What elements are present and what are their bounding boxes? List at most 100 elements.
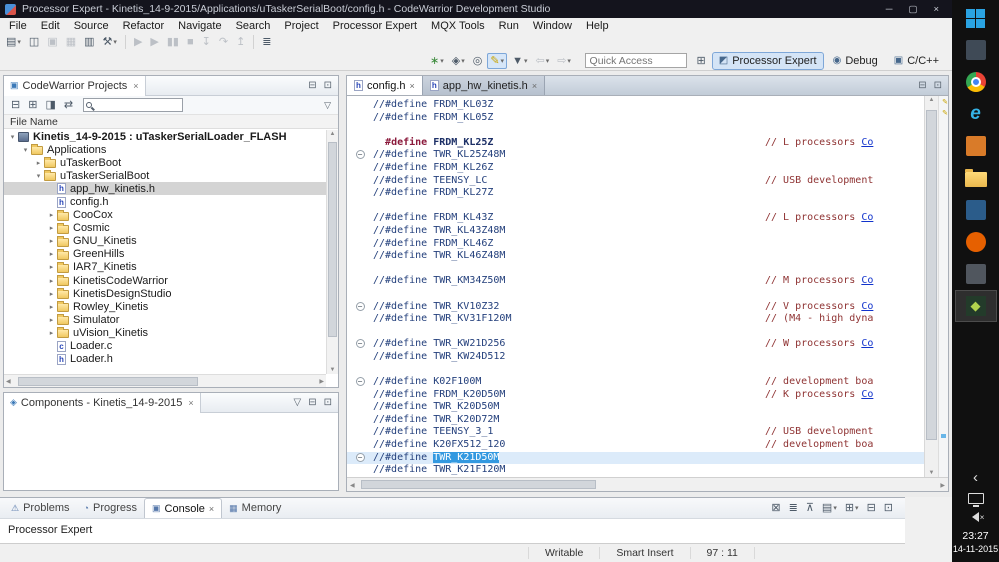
generate-code-button[interactable]: ◈ ▾ xyxy=(449,53,468,69)
resume-button[interactable]: ▶ xyxy=(147,34,161,50)
annotations-button[interactable]: ▼ ▾ xyxy=(509,53,530,69)
display-icon[interactable] xyxy=(967,493,984,507)
view-menu-button[interactable]: ▽ xyxy=(324,100,335,111)
dropdown-arrow-icon[interactable]: ▾ xyxy=(833,504,837,512)
tree-item-uvision-kinetis[interactable]: ▸ uVision_Kinetis xyxy=(4,326,326,339)
tree-item-utaskerserialboot[interactable]: ▾ uTaskerSerialBoot xyxy=(4,169,326,182)
expand-arrow-icon[interactable]: ▸ xyxy=(46,211,57,219)
tree-item-gnu-kinetis[interactable]: ▸ GNU_Kinetis xyxy=(4,235,326,248)
firefox-button[interactable] xyxy=(956,227,996,257)
pin-console-button[interactable]: ⊼ xyxy=(803,500,817,516)
expand-arrow-icon[interactable]: ▸ xyxy=(46,290,57,298)
close-view-icon[interactable]: × xyxy=(133,81,138,91)
view-menu-button[interactable]: ▽ xyxy=(294,397,302,408)
display-selected-console-button[interactable]: ▤ ▾ xyxy=(819,500,840,516)
close-tab-icon[interactable]: × xyxy=(410,81,415,91)
windows-start-button[interactable] xyxy=(956,3,996,33)
code-line[interactable] xyxy=(347,363,924,376)
print-button[interactable]: ▥ xyxy=(81,34,97,50)
expand-arrow-icon[interactable]: ▸ xyxy=(46,303,57,311)
minimize-view-button[interactable]: ⊟ xyxy=(308,80,316,91)
close-tab-icon[interactable]: × xyxy=(532,81,537,91)
tree-item-app-hw-kinetis-h[interactable]: h app_hw_kinetis.h xyxy=(4,182,326,196)
suspend-button[interactable]: ▮▮ xyxy=(164,34,182,50)
scroll-up-icon[interactable]: ▲ xyxy=(925,97,938,103)
comment-link[interactable]: Co xyxy=(861,389,873,400)
code-line[interactable]: //#define TWR_KL46Z48M xyxy=(347,250,924,263)
comment-link[interactable]: Co xyxy=(861,301,873,312)
collapse-all-button[interactable]: ⊟ xyxy=(8,97,23,113)
open-perspective-button[interactable]: ⊞ xyxy=(697,54,706,67)
maximize-view-button[interactable]: ⊡ xyxy=(324,397,332,408)
new-wizard-button[interactable]: ▤ ▾ xyxy=(3,34,24,50)
scrollbar-thumb[interactable] xyxy=(926,110,937,440)
view-menu-button[interactable]: ≣ xyxy=(259,34,274,50)
overview-ruler[interactable]: ✎ ✎ xyxy=(938,96,948,477)
scroll-left-icon[interactable]: ◀ xyxy=(350,482,355,489)
code-line[interactable]: //#define TWR_KL43Z48M xyxy=(347,225,924,238)
menu-mqx-tools[interactable]: MQX Tools xyxy=(424,20,492,32)
quick-access-input[interactable] xyxy=(584,53,687,68)
highlighter-button[interactable]: ✎ ▾ xyxy=(487,52,508,69)
code-line[interactable]: //#define TWR_K20D50M xyxy=(347,401,924,414)
code-line[interactable]: −//#define TWR_KV10Z32// V processors Co xyxy=(347,301,924,314)
menu-edit[interactable]: Edit xyxy=(34,20,67,32)
maximize-button[interactable]: ▢ xyxy=(908,4,917,15)
code-line[interactable] xyxy=(347,124,924,137)
clear-console-button[interactable]: ⊠ xyxy=(768,500,783,516)
back-button[interactable]: ⇦ ▾ xyxy=(532,53,552,69)
dropdown-arrow-icon[interactable]: ▾ xyxy=(501,57,505,65)
tree-item-cosmic[interactable]: ▸ Cosmic xyxy=(4,222,326,235)
code-line[interactable]: //#define TWR_KM34Z50M// M processors Co xyxy=(347,275,924,288)
tree-item-applications[interactable]: ▾ Applications xyxy=(4,143,326,156)
tree-item-coocox[interactable]: ▸ CooCox xyxy=(4,209,326,222)
collapse-arrow-icon[interactable]: ▾ xyxy=(33,172,44,180)
comment-link[interactable]: Co xyxy=(861,338,873,349)
select-working-set-button[interactable]: ◨ xyxy=(42,97,58,113)
scroll-left-icon[interactable]: ◀ xyxy=(6,378,11,385)
code-line[interactable]: //#define FRDM_KL46Z xyxy=(347,238,924,251)
file-explorer-button[interactable] xyxy=(956,163,996,193)
processor-expert-wizard-button[interactable]: ∗ ▾ xyxy=(427,53,447,69)
close-tab-icon[interactable]: × xyxy=(209,504,214,514)
step-over-button[interactable]: ↷ xyxy=(216,34,231,50)
code-line[interactable]: //#define FRDM_KL26Z xyxy=(347,162,924,175)
minimize-panel-button[interactable]: ⊟ xyxy=(864,500,879,516)
editor-tab-config-h[interactable]: h config.h × xyxy=(347,76,423,95)
scrollbar-thumb[interactable] xyxy=(328,142,337,337)
tree-item-utaskerboot[interactable]: ▸ uTaskerBoot xyxy=(4,156,326,169)
minimize-editor-button[interactable]: ⊟ xyxy=(918,80,926,91)
console-tab-problems[interactable]: ⚠ Problems xyxy=(4,498,77,518)
chrome-button[interactable] xyxy=(956,67,996,97)
scroll-up-icon[interactable]: ▲ xyxy=(327,131,338,137)
code-line[interactable]: //#define TWR_K20D72M xyxy=(347,414,924,427)
dropdown-arrow-icon[interactable]: ▾ xyxy=(113,38,117,46)
step-into-button[interactable]: ↧ xyxy=(199,34,214,50)
dropdown-arrow-icon[interactable]: ▾ xyxy=(524,57,528,65)
dropdown-arrow-icon[interactable]: ▾ xyxy=(567,57,571,65)
maximize-view-button[interactable]: ⊡ xyxy=(324,80,332,91)
menu-navigate[interactable]: Navigate xyxy=(171,20,228,32)
scroll-down-icon[interactable]: ▼ xyxy=(925,470,938,476)
dropdown-arrow-icon[interactable]: ▾ xyxy=(855,504,859,512)
tab-components[interactable]: ◈ Components - Kinetis_14-9-2015 × xyxy=(4,392,201,413)
taskbar-back-chevron-icon[interactable]: ‹ xyxy=(973,470,978,485)
scrollbar-thumb[interactable] xyxy=(18,377,198,386)
tab-codewarrior-projects[interactable]: ▣ CodeWarrior Projects × xyxy=(4,75,146,96)
menu-run[interactable]: Run xyxy=(492,20,526,32)
expand-arrow-icon[interactable]: ▸ xyxy=(46,277,57,285)
tree-item-config-h[interactable]: h config.h xyxy=(4,195,326,208)
tree-item-loader-h[interactable]: h Loader.h xyxy=(4,353,326,366)
code-line[interactable] xyxy=(347,288,924,301)
editor-tab-app-hw-kinetis-h[interactable]: h app_hw_kinetis.h × xyxy=(422,76,546,95)
build-button[interactable]: ⚒ ▾ xyxy=(100,34,120,50)
editor-vertical-scrollbar[interactable]: ▲ ▼ xyxy=(924,96,938,477)
project-filter-input[interactable] xyxy=(94,99,181,111)
debug-button[interactable]: ▶ xyxy=(131,34,145,50)
selection-annotation-marker[interactable] xyxy=(941,434,946,438)
code-line[interactable] xyxy=(347,200,924,213)
projects-horizontal-scrollbar[interactable]: ◀ ▶ xyxy=(4,374,326,387)
code-line[interactable]: //#define TWR_KV31F120M// (M4 - high dyn… xyxy=(347,313,924,326)
close-button[interactable]: × xyxy=(933,4,939,15)
volume-muted-icon[interactable]: × xyxy=(967,512,984,522)
